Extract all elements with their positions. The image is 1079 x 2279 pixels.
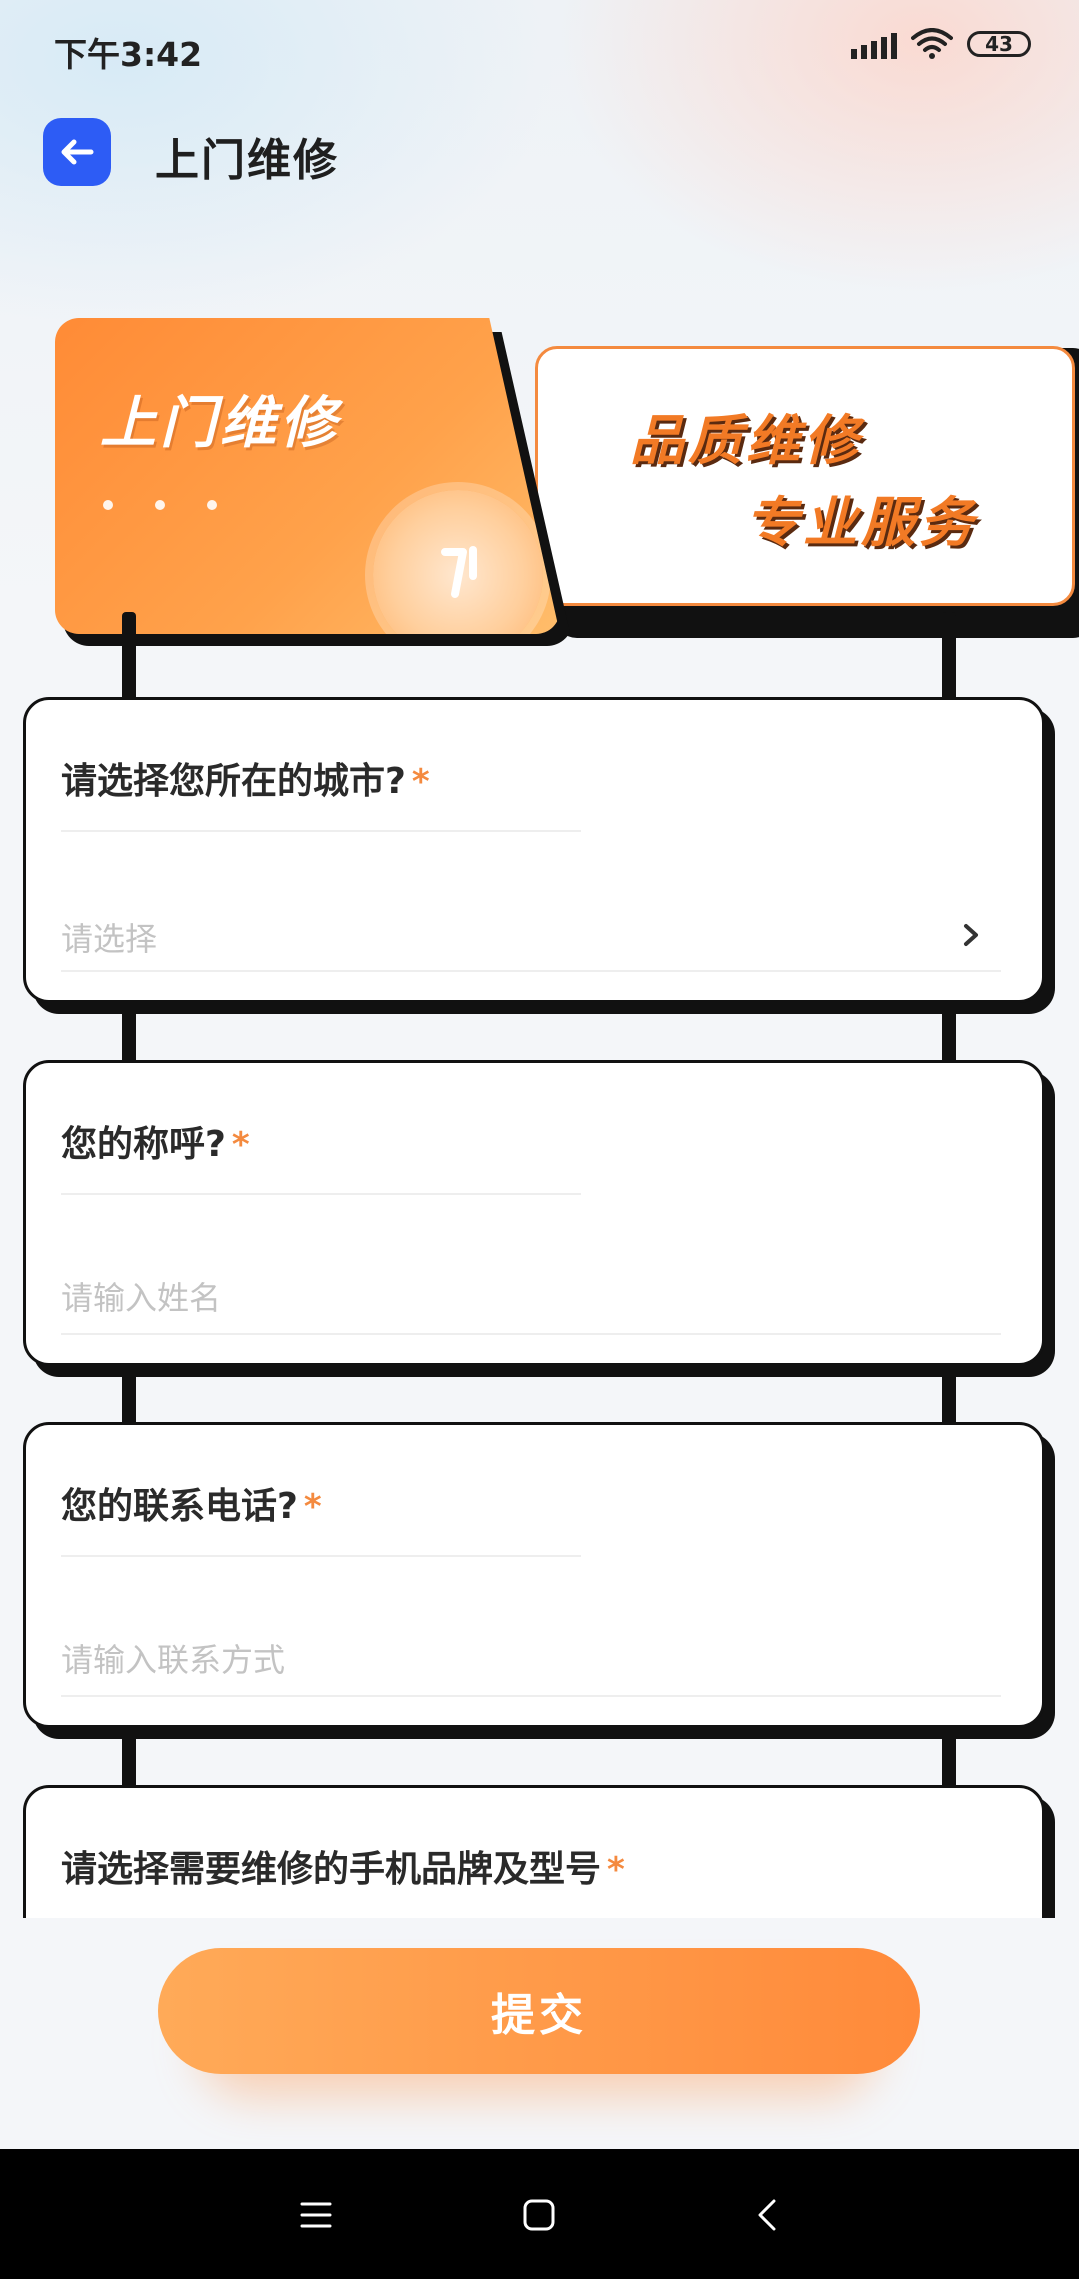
model-card[interactable]: 请选择需要维修的手机品牌及型号 * bbox=[23, 1785, 1045, 1918]
label-divider bbox=[61, 1555, 581, 1557]
phone-input[interactable] bbox=[61, 1625, 1001, 1697]
slogan-line1: 品质维修 bbox=[630, 409, 862, 472]
menu-icon[interactable] bbox=[286, 2185, 346, 2245]
required-mark: * bbox=[303, 1487, 322, 1527]
name-card: 您的称呼? * bbox=[23, 1060, 1045, 1366]
required-mark: * bbox=[607, 1850, 625, 1890]
required-mark: * bbox=[231, 1125, 250, 1165]
banner-left-panel: 上门维修 bbox=[55, 318, 560, 634]
logo-icon bbox=[441, 546, 477, 598]
submit-button[interactable]: 提交 bbox=[158, 1948, 920, 2074]
model-label: 请选择需要维修的手机品牌及型号 * bbox=[61, 1849, 625, 1890]
banner-title: 上门维修 bbox=[100, 391, 340, 456]
city-select[interactable]: 请选择 bbox=[61, 900, 1001, 972]
city-select-placeholder: 请选择 bbox=[61, 920, 158, 958]
home-icon[interactable] bbox=[509, 2185, 569, 2245]
required-mark: * bbox=[411, 762, 430, 802]
phone-card: 您的联系电话? * bbox=[23, 1422, 1045, 1728]
banner: 上门维修 品质维修 专业服务 bbox=[55, 318, 1079, 646]
submit-area: 提交 bbox=[158, 1948, 920, 2098]
banner-right-panel bbox=[535, 346, 1075, 606]
banner-dots bbox=[103, 500, 217, 510]
city-label: 请选择您所在的城市? * bbox=[61, 761, 430, 802]
name-input[interactable] bbox=[61, 1263, 1001, 1335]
label-divider bbox=[61, 830, 581, 832]
label-divider bbox=[61, 1193, 581, 1195]
scroll-content[interactable]: 上门维修 品质维修 专业服务 请选择您所在的城市?* 请选择 您的称呼?* bbox=[0, 0, 1079, 1918]
phone-label: 您的联系电话? * bbox=[61, 1486, 322, 1527]
slogan-line2: 专业服务 bbox=[745, 491, 977, 554]
navigation-bar bbox=[0, 2149, 1079, 2279]
chevron-right-icon bbox=[964, 924, 978, 946]
name-label: 您的称呼? * bbox=[61, 1124, 250, 1165]
logo-circle bbox=[373, 490, 543, 634]
back-icon[interactable] bbox=[738, 2185, 798, 2245]
city-card: 请选择您所在的城市? * 请选择 bbox=[23, 697, 1045, 1003]
